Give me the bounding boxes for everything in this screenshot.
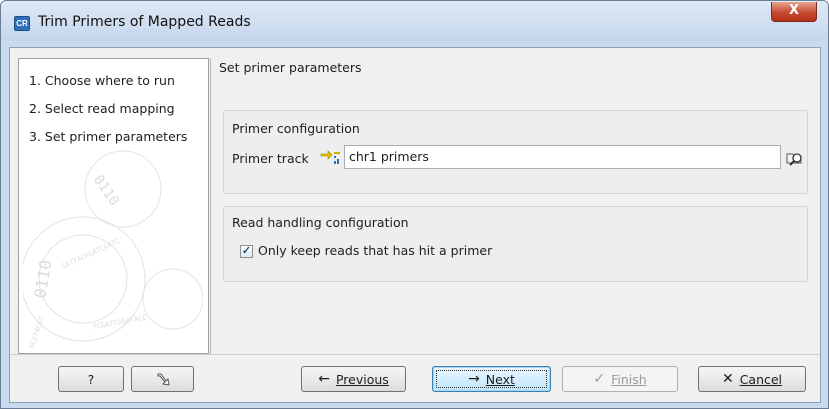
svg-text:GATTACAGATCGATC: GATTACAGATCGATC	[60, 237, 121, 271]
close-button[interactable]: X	[771, 2, 817, 22]
focus-ring	[436, 370, 547, 388]
primer-track-label: Primer track	[232, 151, 309, 166]
svg-text:0110: 0110	[30, 258, 55, 299]
reset-button[interactable]	[131, 366, 194, 392]
window-title: Trim Primers of Mapped Reads	[38, 14, 251, 30]
svg-text:TCGATCGGATACC: TCGATCGGATACC	[92, 314, 147, 331]
cancel-label: Cancel	[739, 371, 783, 387]
title-bar: CR Trim Primers of Mapped Reads X	[1, 1, 828, 41]
finish-button: ✓ Finish	[562, 366, 678, 392]
panel-header: Set primer parameters	[219, 60, 362, 75]
help-button[interactable]: ?	[58, 366, 124, 392]
cancel-x-icon: ✕	[721, 371, 734, 387]
read-handling-title: Read handling configuration	[232, 215, 409, 230]
browse-folder-icon[interactable]	[785, 148, 805, 168]
reset-icon	[157, 373, 169, 386]
primer-configuration-group: Primer configuration Primer track chr1 p…	[223, 110, 808, 194]
dialog-footer: ? ← Previous → Next ✓ Finish ✕ Cancel	[10, 354, 820, 402]
read-handling-group: Read handling configuration ✓ Only keep …	[223, 206, 808, 282]
dialog-window: CR Trim Primers of Mapped Reads X 1. Cho…	[0, 0, 829, 409]
primer-configuration-title: Primer configuration	[232, 121, 360, 136]
svg-text:ACGTACGT: ACGTACGT	[27, 315, 46, 350]
app-icon: CR	[14, 16, 30, 31]
checkmark-icon: ✓	[593, 371, 606, 387]
previous-button[interactable]: ← Previous	[301, 366, 406, 392]
primer-parameters-panel: Set primer parameters Primer configurati…	[210, 58, 820, 354]
cancel-button[interactable]: ✕ Cancel	[698, 366, 806, 392]
step-set-primer-parameters: 3. Set primer parameters	[29, 129, 188, 144]
only-keep-reads-label: Only keep reads that has hit a primer	[258, 243, 493, 258]
step-choose-where-to-run: 1. Choose where to run	[29, 73, 175, 88]
dialog-body: 1. Choose where to run 2. Select read ma…	[9, 47, 821, 403]
previous-label: Previous	[335, 371, 389, 387]
binary-watermark-graphic: 0110 0110 GATTACAGATCGATC TCGATCGGATACC …	[23, 150, 203, 350]
finish-label: Finish	[611, 371, 647, 387]
annotation-track-icon	[320, 150, 340, 164]
only-keep-reads-checkbox[interactable]: ✓	[240, 245, 253, 258]
next-button[interactable]: → Next	[432, 366, 551, 392]
step-select-read-mapping: 2. Select read mapping	[29, 101, 175, 116]
help-label: ?	[87, 371, 95, 387]
wizard-steps-panel: 1. Choose where to run 2. Select read ma…	[18, 58, 209, 354]
svg-text:0110: 0110	[90, 172, 122, 209]
primer-track-input[interactable]: chr1 primers	[344, 145, 781, 169]
arrow-left-icon: ←	[318, 371, 330, 387]
